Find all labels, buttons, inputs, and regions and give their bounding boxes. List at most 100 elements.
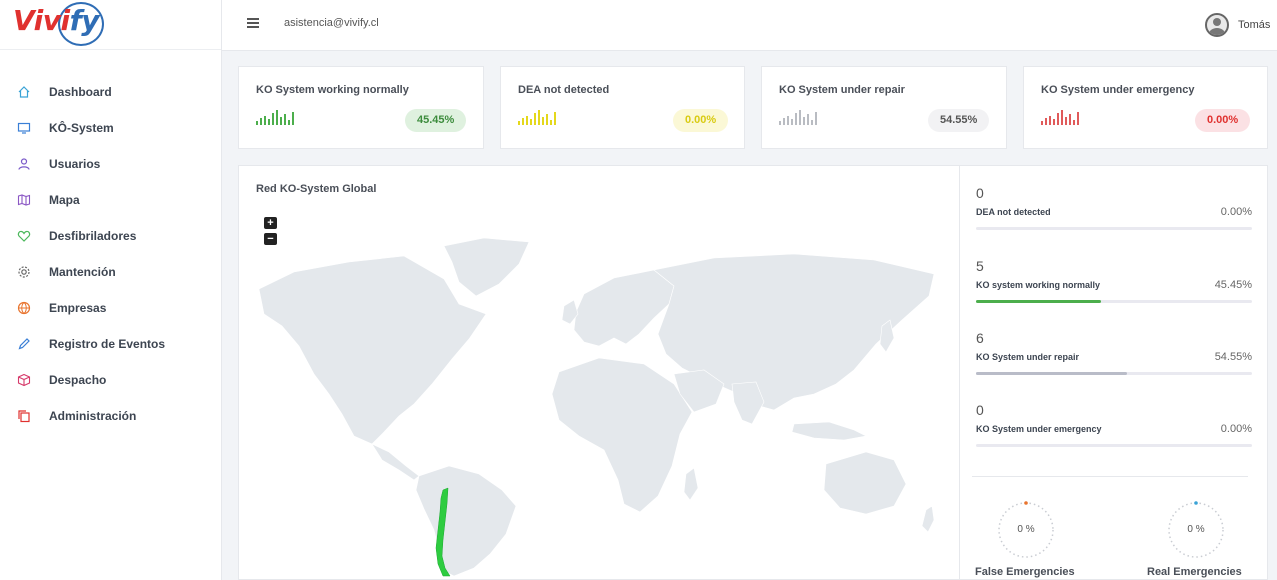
stat-count: 0 xyxy=(976,185,984,201)
stat-percent: 0.00% xyxy=(1220,423,1252,435)
land-indonesia xyxy=(791,421,867,441)
sparkline-bar xyxy=(264,116,266,125)
land-north-america xyxy=(258,255,487,445)
card-title: DEA not detected xyxy=(518,84,610,96)
sparkline-icon xyxy=(779,108,819,125)
gauge-value: 0 % xyxy=(1187,524,1205,535)
home-icon xyxy=(17,85,31,99)
sidebar-item-label: Mantención xyxy=(49,265,116,279)
sparkline-bar xyxy=(518,121,520,125)
sparkline-bar xyxy=(546,114,548,125)
land-africa xyxy=(551,357,693,513)
card-under-repair: KO System under repair 54.55% xyxy=(761,66,1007,149)
sidebar-item-empresas[interactable]: Empresas xyxy=(0,290,221,326)
user-avatar-icon[interactable] xyxy=(1205,13,1229,37)
sparkline-bar xyxy=(554,112,556,125)
stat-progress-bar xyxy=(976,444,1252,447)
sidebar-item-despacho[interactable]: Despacho xyxy=(0,362,221,398)
gear-icon xyxy=(17,265,31,279)
stat-progress-bar xyxy=(976,372,1252,375)
sparkline-bar xyxy=(811,120,813,125)
hamburger-icon[interactable] xyxy=(247,18,259,28)
sidebar-item-label: Registro de Eventos xyxy=(49,337,166,351)
stats-panel: 0 DEA not detected 0.00% 5 KO system work… xyxy=(959,165,1268,580)
card-working-normally: KO System working normally 45.45% xyxy=(238,66,484,149)
globe-icon xyxy=(17,301,31,315)
sparkline-bar xyxy=(1069,114,1071,125)
zoom-in-button[interactable]: + xyxy=(264,217,277,229)
sparkline-bar xyxy=(795,113,797,125)
sidebar-item-k-system[interactable]: KÔ-System xyxy=(0,110,221,146)
map-icon xyxy=(17,193,31,207)
sparkline-bar xyxy=(526,116,528,125)
sidebar-item-mapa[interactable]: Mapa xyxy=(0,182,221,218)
sparkline-bar xyxy=(1049,116,1051,125)
sidebar-item-usuarios[interactable]: Usuarios xyxy=(0,146,221,182)
world-map[interactable] xyxy=(254,234,944,579)
sparkline-bar xyxy=(292,112,294,125)
logo-text: Vivify xyxy=(13,4,100,37)
stat-progress-fill xyxy=(976,300,1102,303)
user-name[interactable]: Tomás xyxy=(1238,19,1270,31)
status-badge: 54.55% xyxy=(928,109,990,132)
sidebar-item-registro-de-eventos[interactable]: Registro de Eventos xyxy=(0,326,221,362)
sidebar-item-label: Empresas xyxy=(49,301,107,315)
card-dea-not-detected: DEA not detected 0.00% xyxy=(500,66,745,149)
sidebar-item-mantenci-n[interactable]: Mantención xyxy=(0,254,221,290)
stat-count: 0 xyxy=(976,402,984,418)
sidebar-item-label: Usuarios xyxy=(49,157,101,171)
stat-label: KO System under repair xyxy=(976,352,1080,362)
status-badge: 0.00% xyxy=(1195,109,1251,132)
sparkline-bar xyxy=(538,110,540,125)
stat-dea-not-detected: 0 DEA not detected 0.00% xyxy=(976,185,1252,230)
real-emergencies-gauge: 0 % xyxy=(1165,499,1227,561)
sidebar-item-label: Mapa xyxy=(49,193,80,207)
sparkline-icon xyxy=(256,108,296,125)
sparkline-bar xyxy=(815,112,817,125)
sparkline-bar xyxy=(1057,113,1059,125)
status-badge: 45.45% xyxy=(405,109,467,132)
sidebar: Vivify Dashboard KÔ-System Usuarios Mapa Des… xyxy=(0,0,222,580)
stat-progress-bar xyxy=(976,300,1252,303)
stat-percent: 0.00% xyxy=(1220,206,1252,218)
sparkline-bar xyxy=(803,117,805,125)
sidebar-item-label: Despacho xyxy=(49,373,107,387)
land-greenland xyxy=(443,237,530,297)
sparkline-bar xyxy=(276,110,278,125)
copy-icon xyxy=(17,409,31,423)
sparkline-bar xyxy=(787,116,789,125)
sparkline-bar xyxy=(550,120,552,125)
sparkline-bar xyxy=(1053,119,1055,125)
vivify-logo[interactable]: Vivify xyxy=(0,0,221,50)
sidebar-item-label: Dashboard xyxy=(49,85,112,99)
account-email: asistencia@vivify.cl xyxy=(284,17,379,29)
land-madagascar xyxy=(683,467,699,501)
stat-label: KO system working normally xyxy=(976,280,1101,290)
sparkline-bar xyxy=(1073,120,1075,125)
sidebar-item-desfibriladores[interactable]: Desfibriladores xyxy=(0,218,221,254)
monitor-icon xyxy=(17,121,31,135)
sparkline-bar xyxy=(1045,118,1047,125)
card-title: KO System under repair xyxy=(779,84,905,96)
stat-progress-fill xyxy=(976,372,1127,375)
stat-percent: 54.55% xyxy=(1214,351,1252,363)
stat-label: KO System under emergency xyxy=(976,424,1102,434)
false-emergencies-gauge: 0 % xyxy=(995,499,1057,561)
map-title: Red KO-System Global xyxy=(256,183,377,195)
sidebar-item-administraci-n[interactable]: Administración xyxy=(0,398,221,434)
sparkline-bar xyxy=(260,118,262,125)
stat-under-repair: 6 KO System under repair 54.55% xyxy=(976,330,1252,375)
sidebar-item-label: KÔ-System xyxy=(49,121,114,135)
gauge-value: 0 % xyxy=(1017,524,1035,535)
sparkline-bar xyxy=(542,117,544,125)
user-icon xyxy=(17,157,31,171)
gauge-caption: Real Emergencies xyxy=(1147,566,1242,578)
card-title: KO System under emergency xyxy=(1041,84,1195,96)
stat-percent: 45.45% xyxy=(1214,279,1252,291)
sparkline-bar xyxy=(1041,121,1043,125)
sidebar-item-dashboard[interactable]: Dashboard xyxy=(0,74,221,110)
gauge-caption: False Emergencies xyxy=(975,566,1075,578)
sparkline-bar xyxy=(522,118,524,125)
top-bar: asistencia@vivify.cl Tomás xyxy=(222,0,1277,51)
card-under-emergency: KO System under emergency 0.00% xyxy=(1023,66,1268,149)
